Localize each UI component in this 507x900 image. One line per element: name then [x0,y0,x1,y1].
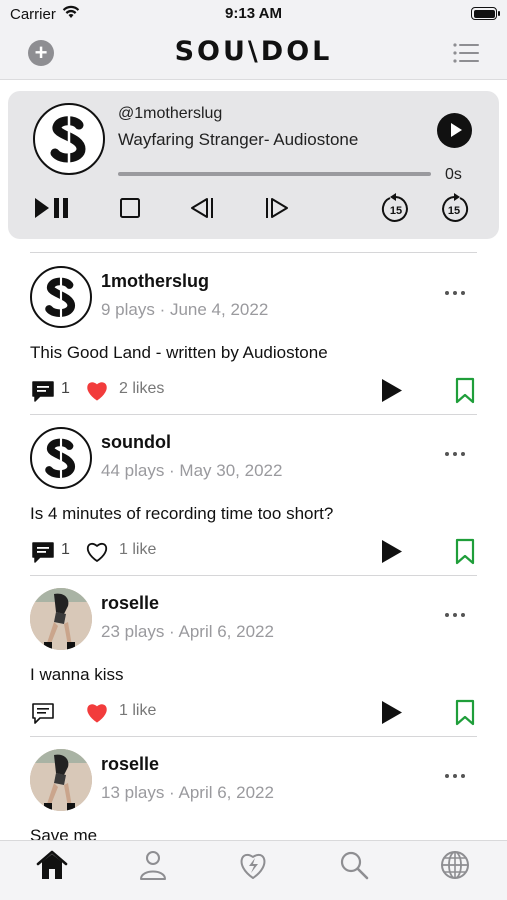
post-username[interactable]: soundol [101,432,171,453]
post-username[interactable]: roselle [101,754,159,775]
avatar[interactable] [30,749,92,811]
status-time: 9:13 AM [225,5,282,22]
heart-icon[interactable] [85,380,109,402]
post-text: Is 4 minutes of recording time too short… [30,504,334,523]
post-meta: 44 plays · May 30, 2022 [101,461,283,480]
more-icon[interactable] [443,449,467,459]
post-meta: 13 plays · April 6, 2022 [101,783,274,802]
profile-photo [30,749,92,811]
home-icon[interactable] [35,849,69,881]
player-play-button[interactable] [437,113,472,148]
battery-level [473,9,495,18]
comment-icon[interactable] [31,380,55,402]
comment-outline-icon[interactable] [31,702,55,724]
s-logo-icon [45,436,76,480]
heart-icon[interactable] [85,702,109,724]
app-logo: SOU\DOL [174,36,333,67]
comment-count: 1 [61,380,70,397]
profile-icon[interactable] [136,849,170,881]
profile-photo [30,588,92,650]
likes-count: 1 like [119,541,157,558]
progress-bar[interactable] [118,172,431,176]
post-meta: 23 plays · April 6, 2022 [101,622,274,641]
previous-icon[interactable] [188,195,216,221]
post-item: soundol 44 plays · May 30, 2022 Is 4 min… [0,414,507,575]
post-text: I wanna kiss [30,665,124,684]
likes-count: 1 like [119,702,157,719]
post-text: This Good Land - written by Audiostone [30,343,328,362]
next-icon[interactable] [263,195,291,221]
globe-icon[interactable] [438,849,472,881]
more-icon[interactable] [443,288,467,298]
heart-bolt-icon[interactable] [236,849,270,881]
tab-bar [0,840,507,900]
avatar[interactable] [30,427,92,489]
post-item: roselle 13 plays · April 6, 2022 Save me [0,736,507,840]
post-meta: 9 plays · June 4, 2022 [101,300,269,319]
post-text: Save me [30,826,98,840]
battery-icon [471,7,500,20]
post-username[interactable]: 1motherslug [101,271,209,292]
s-logo-icon [45,275,76,319]
svg-text:15: 15 [390,205,402,217]
app-header: + SOU\DOL [0,30,507,80]
play-icon[interactable] [381,378,403,403]
comment-count: 1 [61,541,70,558]
forward-15-icon[interactable]: 15 [439,192,469,224]
status-bar: Carrier 9:13 AM [0,0,507,30]
stop-icon[interactable] [118,195,142,221]
post-item: 1motherslug 9 plays · June 4, 2022 This … [0,253,507,414]
more-icon[interactable] [443,610,467,620]
avatar[interactable] [30,266,92,328]
play-icon[interactable] [381,700,403,725]
player-track-title: Wayfaring Stranger- Audiostone [118,130,359,149]
search-icon[interactable] [337,849,371,881]
play-icon[interactable] [381,539,403,564]
s-logo-icon [50,114,86,164]
svg-text:15: 15 [448,205,460,217]
post-feed: 1motherslug 9 plays · June 4, 2022 This … [0,252,507,840]
bookmark-icon[interactable] [455,377,475,404]
bookmark-icon[interactable] [455,538,475,565]
bookmark-icon[interactable] [455,699,475,726]
heart-outline-icon[interactable] [85,541,109,563]
list-icon[interactable] [453,42,479,64]
post-username[interactable]: roselle [101,593,159,614]
post-item: roselle 23 plays · April 6, 2022 I wanna… [0,575,507,736]
player-username[interactable]: @1motherslug [118,105,222,123]
rewind-15-icon[interactable]: 15 [381,192,411,224]
player-avatar [33,103,105,175]
more-icon[interactable] [443,771,467,781]
likes-count: 2 likes [119,380,165,397]
play-pause-icon[interactable] [34,195,74,221]
comment-icon[interactable] [31,541,55,563]
avatar[interactable] [30,588,92,650]
now-playing-card: @1motherslug Wayfaring Stranger- Audiost… [8,91,499,239]
elapsed-time: 0s [445,166,462,183]
